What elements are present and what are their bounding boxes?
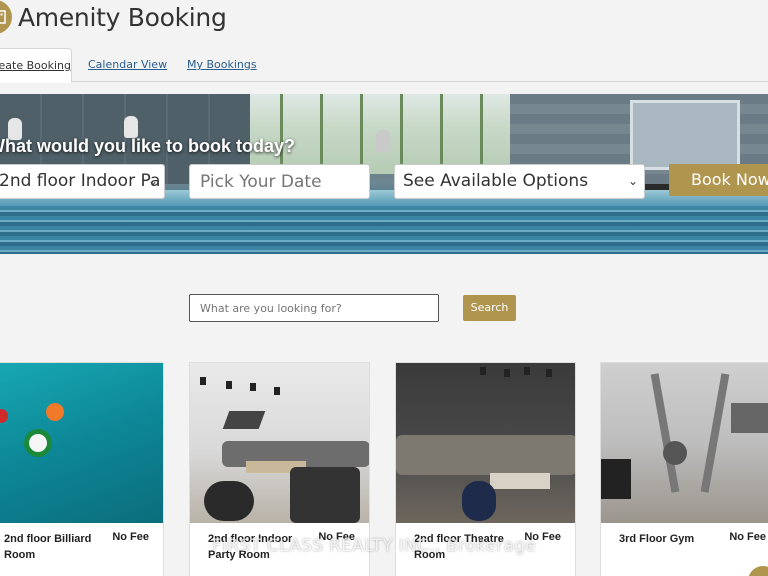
- watermark: FIRST CLASS REALTY INC., Brokerage: [212, 536, 537, 556]
- available-options-value: See Available Options: [403, 171, 589, 191]
- card-title: 3rd Floor Gym: [619, 533, 695, 545]
- app-header: Amenity Booking: [0, 0, 768, 40]
- book-now-button[interactable]: Book Now: [669, 164, 768, 196]
- hero-heading: What would you like to book today?: [0, 136, 295, 156]
- amenity-select-value: 2nd floor Indoor Pa: [0, 171, 161, 191]
- billiard-ball: [0, 409, 8, 423]
- chevron-down-icon: ⌄: [627, 174, 638, 188]
- theatre-room-photo: [396, 363, 575, 523]
- billiard-room-photo: [0, 363, 163, 523]
- billiard-ball: [24, 429, 52, 457]
- search-input[interactable]: [189, 294, 439, 322]
- hero-window: [630, 100, 740, 170]
- building-logo-icon: [0, 0, 12, 34]
- party-room-photo: [190, 363, 369, 523]
- amenity-card[interactable]: 3rd Floor Gym No Fee: [600, 362, 768, 576]
- date-picker-input[interactable]: [189, 164, 370, 199]
- amenity-select[interactable]: 2nd floor Indoor Pa ⌄: [0, 164, 165, 199]
- tab-my-bookings[interactable]: My Bookings: [187, 48, 257, 82]
- tab-calendar-view[interactable]: Calendar View: [88, 48, 167, 82]
- sofa: [396, 435, 575, 475]
- gym-photo: [601, 363, 768, 523]
- tab-create-booking[interactable]: Create Booking: [0, 48, 72, 83]
- available-options-select[interactable]: See Available Options ⌄: [394, 164, 645, 199]
- billiard-ball: [46, 403, 64, 421]
- statue-decoration: [376, 130, 390, 152]
- card-fee: No Fee: [112, 531, 149, 543]
- tab-bar: Create Booking Calendar View My Bookings: [0, 48, 768, 83]
- amenity-card[interactable]: 2nd floor Billiard Room No Fee: [0, 362, 164, 576]
- vase-decoration: [124, 116, 138, 138]
- chevron-down-icon: ⌄: [147, 174, 158, 188]
- card-title: 2nd floor Billiard Room: [4, 533, 92, 561]
- page-title: Amenity Booking: [18, 3, 227, 32]
- search-button[interactable]: Search: [463, 295, 516, 321]
- card-fee: No Fee: [729, 531, 766, 543]
- pool-water: [0, 206, 768, 254]
